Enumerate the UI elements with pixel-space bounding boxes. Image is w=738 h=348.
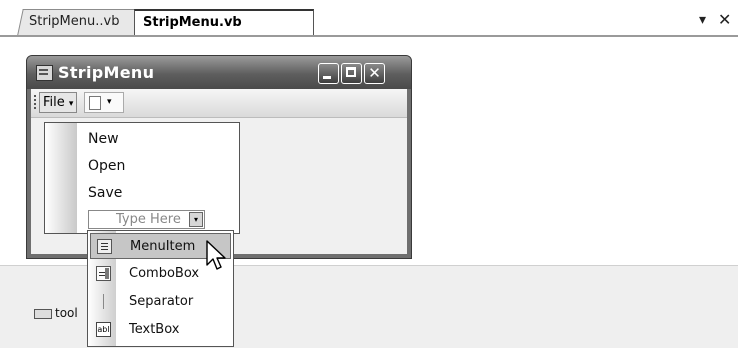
minimize-button[interactable] [318,63,339,84]
tab-code-view-label: StripMenu..vb [29,14,120,29]
submenu-item-label: ComboBox [129,266,200,281]
menu-file-label: File [43,95,65,110]
tab-list-dropdown-icon[interactable]: ▾ [699,12,706,28]
type-here-box[interactable]: Type Here ▾ [88,210,205,229]
type-here-placeholder: Type Here [116,212,181,227]
menu-item-save[interactable]: Save [88,185,122,201]
form-titlebar[interactable]: StripMenu ✕ [27,56,411,89]
chevron-down-icon: ▾ [68,99,74,109]
file-dropdown-menu: New Open Save Type Here ▾ [44,122,240,234]
combobox-icon [96,266,111,281]
document-tab-strip: StripMenu..vb StripMenu.vb [Design]* ▾ ✕ [0,0,738,54]
submenu-item-label: Separator [129,294,194,309]
menu-file[interactable]: File ▾ [39,92,78,113]
form-icon [36,65,53,81]
tab-code-view[interactable]: StripMenu..vb [17,9,141,35]
submenu-item-separator[interactable]: Separator [90,289,231,315]
toolstrip-component-icon [34,308,52,319]
new-item-icon [89,96,101,110]
separator-icon [96,294,111,309]
grip-handle[interactable] [34,95,36,111]
add-menu-item-button[interactable]: ▾ [84,92,124,113]
tray-component-label: tool [55,306,78,320]
menu-image-margin [45,123,77,233]
textbox-icon: abl [96,322,111,337]
type-here-dropdown-button[interactable]: ▾ [189,212,203,227]
menu-item-icon [97,239,112,254]
mouse-cursor-icon [206,240,226,270]
chevron-down-icon: ▾ [107,97,112,107]
submenu-item-label: MenuItem [130,239,196,254]
menu-item-new[interactable]: New [88,131,119,147]
menu-strip[interactable]: File ▾ ▾ [31,89,407,118]
tab-design-view[interactable]: StripMenu.vb [Design]* [134,9,314,54]
maximize-button[interactable] [341,63,362,84]
submenu-item-label: TextBox [129,322,180,337]
submenu-item-textbox[interactable]: abl TextBox [90,317,231,343]
tray-component[interactable]: tool [34,306,78,320]
form-title: StripMenu [58,63,155,82]
close-button[interactable]: ✕ [364,63,385,84]
menu-item-open[interactable]: Open [88,158,125,174]
close-document-icon[interactable]: ✕ [718,10,731,29]
